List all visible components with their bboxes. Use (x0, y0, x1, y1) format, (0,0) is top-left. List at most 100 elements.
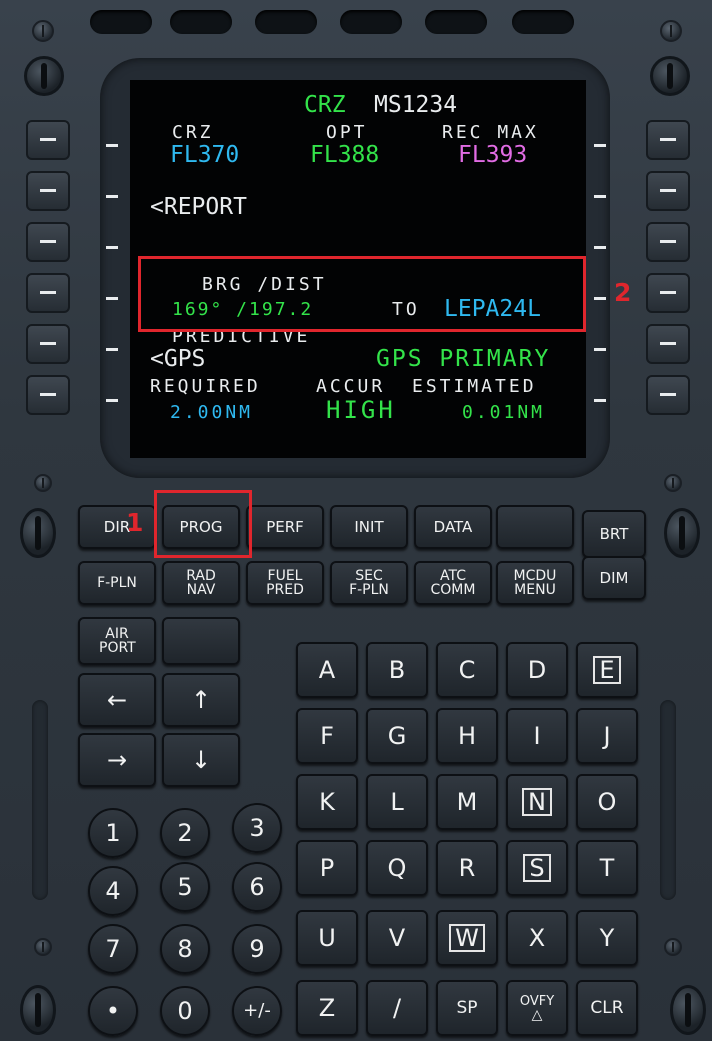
key-j[interactable]: J (576, 708, 638, 764)
arrow-up-key[interactable]: ↑ (162, 673, 240, 727)
lsk-indicator-dash (594, 399, 606, 402)
key-8[interactable]: 8 (160, 924, 210, 974)
lsk-6r[interactable] (646, 375, 690, 415)
key-o-label: O (597, 788, 617, 816)
f-pln-key[interactable]: F-PLN (78, 561, 156, 605)
key-t[interactable]: T (576, 840, 638, 896)
key-decimal[interactable]: • (88, 986, 138, 1036)
screw-icon (660, 20, 682, 42)
key-6[interactable]: 6 (232, 862, 282, 912)
key-4[interactable]: 4 (88, 866, 138, 916)
key-slash[interactable]: / (366, 980, 428, 1036)
key-ovfy-label: OVFY (519, 993, 555, 1009)
key-9[interactable]: 9 (232, 924, 282, 974)
brt-key[interactable]: BRT (582, 510, 646, 558)
lsk-indicator-dash (594, 348, 606, 351)
lsk-6l[interactable] (26, 375, 70, 415)
key-d-label: D (527, 656, 547, 684)
data-key[interactable]: DATA (414, 505, 492, 549)
crz-level-value: FL370 (170, 142, 240, 168)
key-l[interactable]: L (366, 774, 428, 830)
key-ovfy[interactable]: OVFY △ (506, 980, 568, 1036)
key-w[interactable]: W (436, 910, 498, 966)
key-5-label: 5 (177, 873, 193, 901)
lsk-1r[interactable] (646, 120, 690, 160)
key-o[interactable]: O (576, 774, 638, 830)
key-f[interactable]: F (296, 708, 358, 764)
mounting-knob-icon (670, 985, 706, 1035)
lsk-indicator-dash (106, 246, 118, 249)
key-u[interactable]: U (296, 910, 358, 966)
key-5[interactable]: 5 (160, 862, 210, 912)
lsk-3r[interactable] (646, 222, 690, 262)
accur-value: HIGH (326, 396, 396, 424)
lsk-3l[interactable] (26, 222, 70, 262)
key-space[interactable]: SP (436, 980, 498, 1036)
screw-icon (34, 474, 52, 492)
key-a[interactable]: A (296, 642, 358, 698)
key-m[interactable]: M (436, 774, 498, 830)
lsk-2r[interactable] (646, 171, 690, 211)
sec-f-pln-key[interactable]: SEC F-PLN (330, 561, 408, 605)
lsk-1l[interactable] (26, 120, 70, 160)
report-link[interactable]: <REPORT (150, 196, 247, 219)
key-1[interactable]: 1 (88, 808, 138, 858)
key-clr[interactable]: CLR (576, 980, 638, 1036)
key-b[interactable]: B (366, 642, 428, 698)
airport-key[interactable]: AIR PORT (78, 617, 156, 665)
init-key[interactable]: INIT (330, 505, 408, 549)
key-2[interactable]: 2 (160, 808, 210, 858)
arrow-right-key[interactable]: → (78, 733, 156, 787)
mcdu-menu-key[interactable]: MCDU MENU (496, 561, 574, 605)
rad-nav-key[interactable]: RAD NAV (162, 561, 240, 605)
key-k-label: K (319, 788, 335, 816)
gps-link[interactable]: <GPS (150, 348, 205, 371)
key-x-label: X (528, 924, 546, 952)
key-e[interactable]: E (576, 642, 638, 698)
arrow-down-key[interactable]: ↓ (162, 733, 240, 787)
key-r[interactable]: R (436, 840, 498, 896)
key-g[interactable]: G (366, 708, 428, 764)
key-3[interactable]: 3 (232, 803, 282, 853)
key-n-label: N (522, 788, 552, 816)
lsk-5l[interactable] (26, 324, 70, 364)
atc-comm-key[interactable]: ATC COMM (414, 561, 492, 605)
dim-key[interactable]: DIM (582, 556, 646, 600)
key-i[interactable]: I (506, 708, 568, 764)
key-plus-minus[interactable]: +/- (232, 986, 282, 1036)
key-h-label: H (457, 722, 477, 750)
arrow-left-key[interactable]: ← (78, 673, 156, 727)
key-7[interactable]: 7 (88, 924, 138, 974)
key-s[interactable]: S (506, 840, 568, 896)
key-z[interactable]: Z (296, 980, 358, 1036)
key-h[interactable]: H (436, 708, 498, 764)
key-y[interactable]: Y (576, 910, 638, 966)
key-d[interactable]: D (506, 642, 568, 698)
blank-key[interactable] (496, 505, 574, 549)
lsk-indicator-dash (594, 246, 606, 249)
key-q[interactable]: Q (366, 840, 428, 896)
lsk-4l[interactable] (26, 273, 70, 313)
key-0[interactable]: 0 (160, 986, 210, 1036)
mounting-knob-icon (20, 985, 56, 1035)
perf-key[interactable]: PERF (246, 505, 324, 549)
blank-nav-key[interactable] (162, 617, 240, 665)
brt-key-label: BRT (599, 524, 629, 543)
key-v[interactable]: V (366, 910, 428, 966)
prog-callout-number: 1 (126, 508, 144, 537)
key-k[interactable]: K (296, 774, 358, 830)
lsk-5r[interactable] (646, 324, 690, 364)
key-c[interactable]: C (436, 642, 498, 698)
key-x[interactable]: X (506, 910, 568, 966)
top-slot (512, 10, 574, 34)
lsk-4r[interactable] (646, 273, 690, 313)
fuel-pred-key[interactable]: FUEL PRED (246, 561, 324, 605)
key-n[interactable]: N (506, 774, 568, 830)
key-p[interactable]: P (296, 840, 358, 896)
accur-label: ACCUR (316, 376, 386, 397)
lsk-2l[interactable] (26, 171, 70, 211)
dir-key[interactable]: DIR (78, 505, 156, 549)
mcdu-panel: CRZ MS1234 CRZ OPT REC MAX FL370 FL388 F… (0, 0, 712, 1041)
key-b-label: B (388, 656, 406, 684)
brg-dist-highlight (138, 256, 586, 332)
